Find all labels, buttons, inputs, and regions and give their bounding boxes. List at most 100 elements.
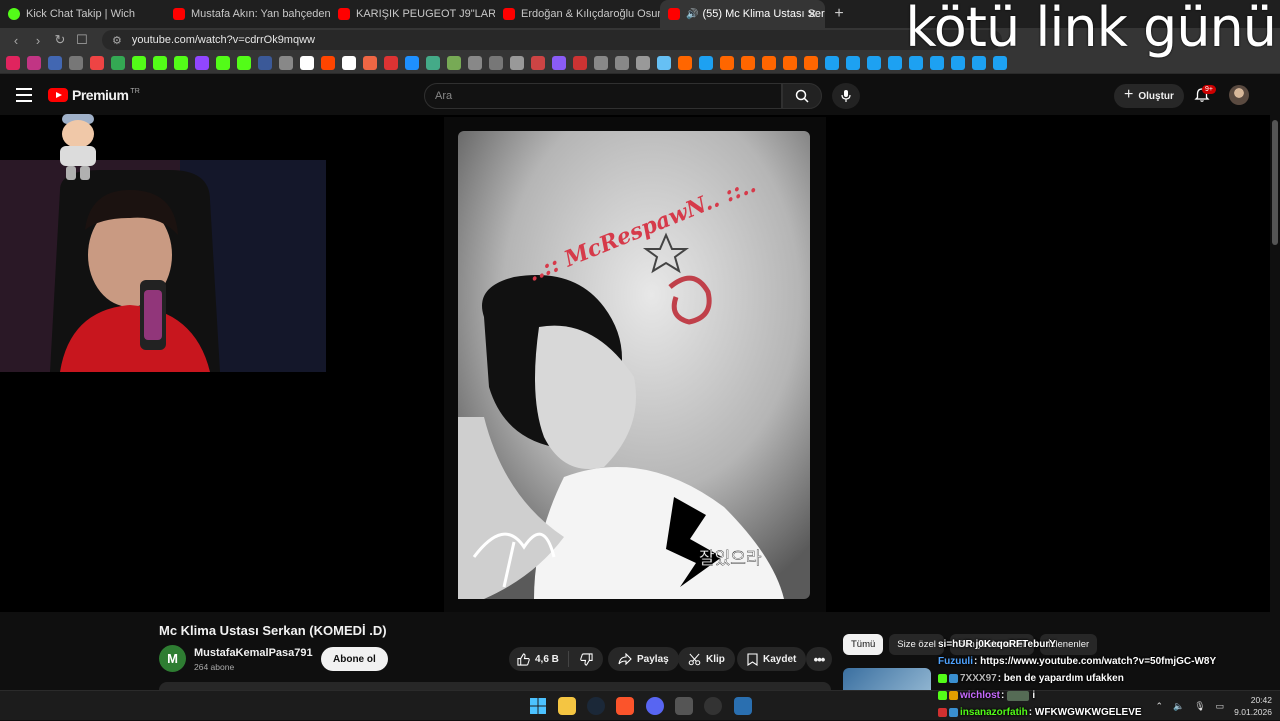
recommended-video-thumbnail[interactable] [843, 668, 931, 690]
bookmark-favicon-icon[interactable] [279, 55, 293, 70]
bookmark-favicon-icon[interactable] [216, 55, 230, 70]
bookmark-favicon-icon[interactable] [489, 55, 503, 70]
save-button[interactable]: Kaydet [737, 647, 807, 671]
channel-name[interactable]: MustafaKemalPasa791 [194, 647, 313, 659]
bookmark-favicon-icon[interactable] [384, 55, 398, 70]
bookmark-favicon-icon[interactable] [468, 55, 482, 70]
new-tab-button[interactable]: + [825, 5, 853, 23]
browser-tab[interactable]: Erdoğan & Kılıçdaroğlu Osuruk Yarış [495, 0, 660, 28]
bookmark-favicon-icon[interactable] [153, 55, 167, 70]
bookmark-favicon-icon[interactable] [132, 55, 146, 70]
reload-icon[interactable]: ↻ [50, 32, 70, 48]
share-button[interactable]: Paylaş [608, 647, 679, 671]
chat-username: insanazorfatih [960, 707, 1028, 718]
bookmark-favicon-icon[interactable] [636, 55, 650, 70]
steam-icon[interactable] [587, 697, 605, 715]
bookmark-favicon-icon[interactable] [90, 55, 104, 70]
voice-search-button[interactable] [832, 83, 860, 109]
bookmark-favicon-icon[interactable] [111, 55, 125, 70]
bookmark-favicon-icon[interactable] [699, 55, 713, 70]
bookmark-favicon-icon[interactable] [342, 55, 356, 70]
app-icon[interactable] [675, 697, 693, 715]
menu-icon[interactable] [16, 88, 32, 102]
bookmark-favicon-icon[interactable] [825, 55, 839, 70]
bookmark-favicon-icon[interactable] [510, 55, 524, 70]
discord-icon[interactable] [646, 697, 664, 715]
app-icon[interactable] [734, 697, 752, 715]
obs-icon[interactable] [704, 697, 722, 715]
bookmark-favicon-icon[interactable] [27, 55, 41, 70]
webcam-image [0, 160, 326, 372]
chat-text: i [1032, 690, 1036, 701]
chip-all[interactable]: Tümü [843, 634, 884, 655]
brave-browser-icon[interactable] [616, 697, 634, 715]
bookmark-icon[interactable]: ☐ [72, 32, 92, 48]
bookmark-favicon-icon[interactable] [783, 55, 797, 70]
bookmark-favicon-icon[interactable] [300, 55, 314, 70]
scissors-icon [688, 653, 701, 665]
bookmark-favicon-icon[interactable] [363, 55, 377, 70]
bookmark-favicon-icon[interactable] [678, 55, 692, 70]
chat-username: wichlost [960, 690, 1001, 701]
bookmark-favicon-icon[interactable] [48, 55, 62, 70]
bookmark-favicon-icon[interactable] [888, 55, 902, 70]
more-actions-button[interactable]: ••• [806, 647, 832, 671]
address-bar[interactable]: ⚙ youtube.com/watch?v=cdrrOk9mqww [102, 30, 1002, 50]
bookmark-favicon-icon[interactable] [447, 55, 461, 70]
bookmark-favicon-icon[interactable] [573, 55, 587, 70]
bookmark-favicon-icon[interactable] [741, 55, 755, 70]
bookmark-favicon-icon[interactable] [552, 55, 566, 70]
bookmark-favicon-icon[interactable] [720, 55, 734, 70]
bookmark-favicon-icon[interactable] [426, 55, 440, 70]
youtube-icon [503, 8, 515, 20]
search-button[interactable] [782, 83, 822, 109]
browser-tab-active[interactable]: 🔊(55) Mc Klima Ustası Serkan (✕ [660, 0, 825, 28]
search-input[interactable]: Ara [424, 83, 782, 109]
forward-icon[interactable]: › [28, 33, 48, 48]
bookmark-favicon-icon[interactable] [6, 55, 20, 70]
chat-emote [1007, 690, 1030, 701]
like-count: 4,6 B [535, 653, 559, 665]
description-box[interactable] [159, 682, 831, 690]
browser-tab[interactable]: Mustafa Akın: Yan bahçeden erkek aç [165, 0, 330, 28]
stream-overlay-text: kötü link günü [905, 0, 1277, 59]
bookmark-favicon-icon[interactable] [405, 55, 419, 70]
subscribe-button[interactable]: Abone ol [321, 647, 388, 671]
channel-avatar[interactable]: M [159, 645, 186, 672]
bookmark-favicon-icon[interactable] [69, 55, 83, 70]
bookmark-favicon-icon[interactable] [615, 55, 629, 70]
bookmark-favicon-icon[interactable] [321, 55, 335, 70]
bookmark-favicon-icon[interactable] [531, 55, 545, 70]
tab-title: Mustafa Akın: Yan bahçeden erkek aç [191, 8, 330, 20]
bookmark-favicon-icon[interactable] [867, 55, 881, 70]
windows-start-icon[interactable] [529, 697, 547, 715]
close-icon[interactable]: ✕ [807, 7, 817, 21]
bookmark-save-icon [747, 652, 758, 666]
youtube-logo[interactable]: Premium TR [48, 87, 140, 103]
bookmark-favicon-icon[interactable] [657, 55, 671, 70]
bookmark-favicon-icon[interactable] [237, 55, 251, 70]
bookmark-favicon-icon[interactable] [762, 55, 776, 70]
browser-tab[interactable]: Kick Chat Takip | Wich [0, 0, 165, 28]
bookmark-favicon-icon[interactable] [174, 55, 188, 70]
chip-for-you[interactable]: Size özel [889, 634, 944, 655]
create-button[interactable]: + Oluştur [1114, 84, 1184, 108]
scrollbar-thumb[interactable] [1272, 120, 1278, 245]
bookmark-favicon-icon[interactable] [258, 55, 272, 70]
like-button[interactable]: 4,6 B [509, 651, 569, 667]
file-explorer-icon[interactable] [558, 697, 576, 715]
tab-title: KARIŞIK PEUGEOT J9"LAR (((dk))) - Yo [356, 8, 495, 20]
speaker-icon[interactable]: 🔊 [686, 9, 698, 20]
back-icon[interactable]: ‹ [6, 33, 26, 48]
account-avatar[interactable] [1229, 85, 1249, 105]
like-dislike-group: 4,6 B [509, 647, 603, 671]
dislike-button[interactable] [569, 652, 603, 666]
site-info-icon[interactable]: ⚙ [112, 34, 122, 47]
clip-button[interactable]: Klip [678, 647, 735, 671]
bookmark-favicon-icon[interactable] [846, 55, 860, 70]
bookmark-favicon-icon[interactable] [804, 55, 818, 70]
bookmark-favicon-icon[interactable] [594, 55, 608, 70]
browser-tab[interactable]: KARIŞIK PEUGEOT J9"LAR (((dk))) - Yo [330, 0, 495, 28]
chat-message: Fuzuuli: https://www.youtube.com/watch?v… [938, 653, 1268, 670]
bookmark-favicon-icon[interactable] [195, 55, 209, 70]
